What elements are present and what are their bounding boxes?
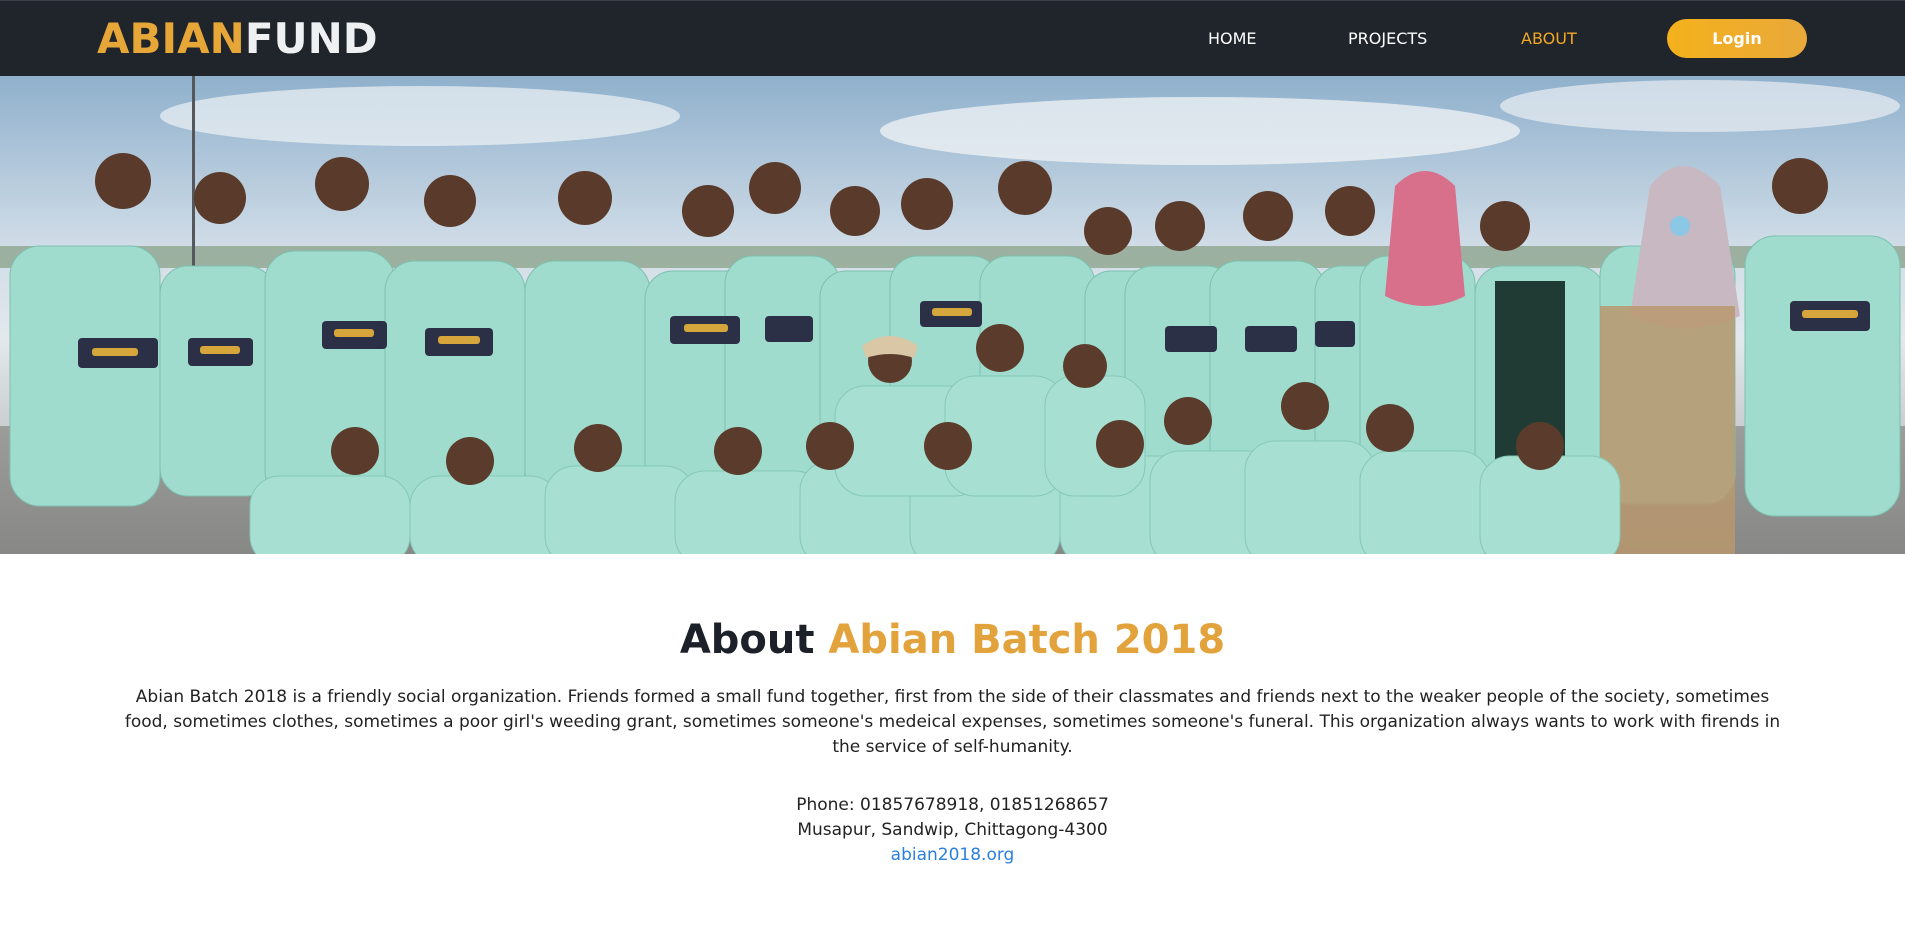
about-heading: About Abian Batch 2018 [0,614,1905,666]
contact-address: Musapur, Sandwip, Chittagong-4300 [797,820,1108,840]
website-link[interactable]: abian2018.org [0,843,1905,868]
hero-group-photo [0,76,1905,554]
top-navbar: ABIANFUND HOME PROJECTS ABOUT Login [0,0,1905,76]
login-button[interactable]: Login [1667,19,1807,58]
group-photo-illustration [0,76,1905,554]
brand-logo-part1: ABIAN [97,14,245,63]
about-heading-highlight: Abian Batch 2018 [828,617,1226,663]
brand-logo[interactable]: ABIANFUND [97,15,378,63]
brand-logo-part2: FUND [244,14,378,63]
about-description: Abian Batch 2018 is a friendly social or… [124,687,1781,757]
contact-phone: Phone: 01857678918, 01851268657 [796,795,1109,815]
nav-about-link[interactable]: ABOUT [1521,29,1577,49]
nav-projects-link[interactable]: PROJECTS [1348,29,1427,49]
nav-home-link[interactable]: HOME [1208,29,1257,49]
about-heading-prefix: About [679,617,815,663]
